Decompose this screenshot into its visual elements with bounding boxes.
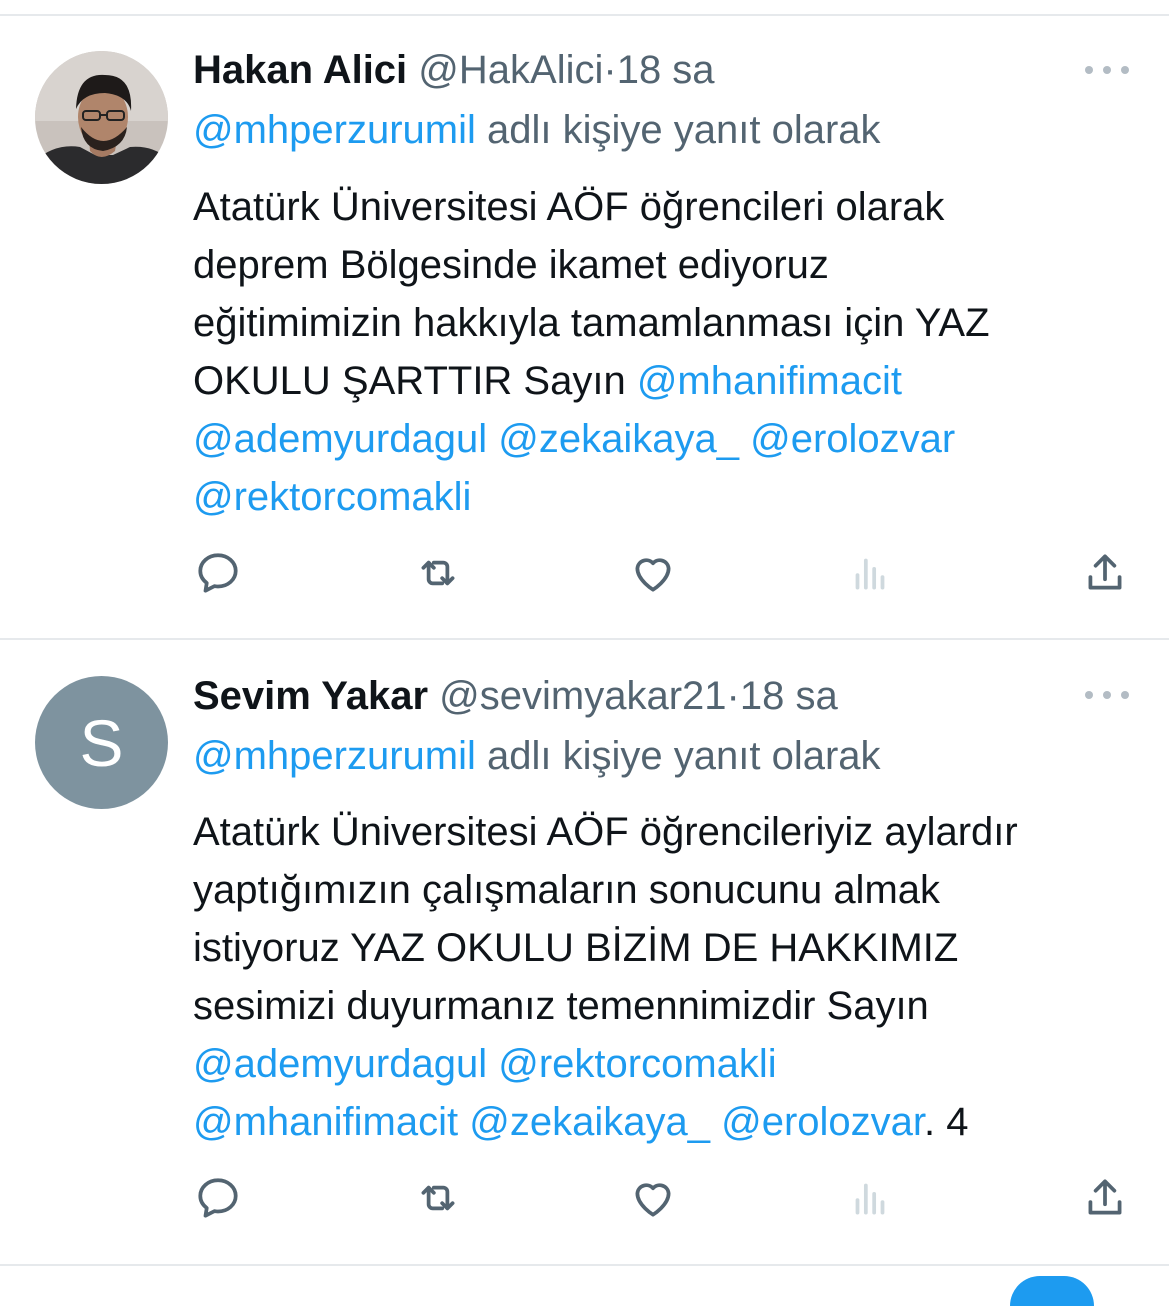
user-photo-icon (35, 51, 168, 184)
bottom-divider (0, 1264, 1169, 1266)
tweet-actions (0, 1168, 1169, 1228)
tweet-line: @mhanifimacit @zekaikaya_ @erolozvar. 4 (193, 1093, 1143, 1151)
text-span: Atatürk Üniversitesi AÖF öğrencileriyiz … (193, 810, 1018, 854)
like-icon (635, 1183, 671, 1217)
tweet-line: @rektorcomakli (193, 468, 1143, 526)
mention-link[interactable]: @zekaikaya_ (498, 417, 739, 461)
views-icon (855, 558, 885, 590)
text-span (710, 1100, 721, 1144)
mention-link[interactable]: @erolozvar (750, 417, 955, 461)
text-span: istiyoruz YAZ OKULU BİZİM DE HAKKIMIZ (193, 926, 959, 970)
tweet-line: sesimizi duyurmanız temennimizdir Sayın (193, 977, 1143, 1035)
tweet-header: Sevim Yakar @sevimyakar21·18 sa (193, 672, 838, 720)
share-button[interactable] (1075, 543, 1135, 603)
reply-icon (198, 1178, 238, 1218)
more-options-icon[interactable] (1085, 685, 1129, 705)
reply-context: @mhperzurumil adlı kişiye yanıt olarak (193, 106, 881, 154)
author-handle[interactable]: @HakAlici (418, 48, 603, 92)
mention-link[interactable]: @erolozvar (721, 1100, 924, 1144)
tweet-line: @ademyurdagul @zekaikaya_ @erolozvar (193, 410, 1143, 468)
author-name[interactable]: Sevim Yakar (193, 674, 428, 718)
tweet-line: OKULU ŞARTTIR Sayın @mhanifimacit (193, 352, 1143, 410)
tweet-line: Atatürk Üniversitesi AÖF öğrencileri ola… (193, 178, 1143, 236)
tweet-actions (0, 543, 1169, 603)
text-span (458, 1100, 469, 1144)
tweet-line: deprem Bölgesinde ikamet ediyoruz (193, 236, 1143, 294)
mention-link[interactable]: @ademyurdagul (193, 1042, 487, 1086)
tweet-line: @ademyurdagul @rektorcomakli (193, 1035, 1143, 1093)
avatar[interactable] (35, 51, 168, 184)
timestamp[interactable]: 18 sa (617, 48, 715, 92)
like-button[interactable] (623, 1168, 683, 1228)
reply-icon (198, 553, 238, 593)
tweet-line: istiyoruz YAZ OKULU BİZİM DE HAKKIMIZ (193, 919, 1143, 977)
tweet-line: Atatürk Üniversitesi AÖF öğrencileriyiz … (193, 803, 1143, 861)
share-button[interactable] (1075, 1168, 1135, 1228)
retweet-button[interactable] (408, 1168, 468, 1228)
like-button[interactable] (623, 543, 683, 603)
reply-button[interactable] (188, 543, 248, 603)
tweet-header: Hakan Alici @HakAlici·18 sa (193, 46, 715, 94)
text-span: . 4 (924, 1100, 969, 1144)
text-span: yaptığımızın çalışmaların sonucunu almak (193, 868, 941, 912)
views-icon (855, 1183, 885, 1215)
text-span: Atatürk Üniversitesi AÖF öğrencileri ola… (193, 185, 945, 229)
mention-link[interactable]: @mhanifimacit (193, 1100, 458, 1144)
text-span (739, 417, 750, 461)
mention-link[interactable]: @zekaikaya_ (469, 1100, 710, 1144)
share-icon (1088, 1179, 1122, 1215)
reply-context-text: adlı kişiye yanıt olarak (475, 734, 881, 778)
retweet-button[interactable] (408, 543, 468, 603)
text-span (487, 1042, 498, 1086)
reply-context: @mhperzurumil adlı kişiye yanıt olarak (193, 732, 881, 780)
reply-mention-link[interactable]: @mhperzurumil (193, 734, 476, 778)
tweet-text: Atatürk Üniversitesi AÖF öğrencileriyiz … (193, 803, 1143, 1151)
tweet-line: eğitimimizin hakkıyla tamamlanması için … (193, 294, 1143, 352)
avatar[interactable]: S (35, 676, 168, 809)
reply-mention-link[interactable]: @mhperzurumil (193, 108, 476, 152)
tweet-line: yaptığımızın çalışmaların sonucunu almak (193, 861, 1143, 919)
more-options-icon[interactable] (1085, 60, 1129, 80)
author-name[interactable]: Hakan Alici (193, 48, 407, 92)
text-span: deprem Bölgesinde ikamet ediyoruz (193, 243, 829, 287)
reply-button[interactable] (188, 1168, 248, 1228)
compose-button[interactable] (1010, 1276, 1094, 1306)
text-span: sesimizi duyurmanız temennimizdir Sayın (193, 984, 929, 1028)
separator: · (603, 48, 617, 92)
tweet-divider (0, 638, 1169, 640)
text-span: eğitimimizin hakkıyla tamamlanması için … (193, 301, 990, 345)
separator: · (726, 674, 740, 718)
reply-context-text: adlı kişiye yanıt olarak (475, 108, 881, 152)
mention-link[interactable]: @mhanifimacit (637, 359, 902, 403)
views-button (840, 543, 900, 603)
tweet-text: Atatürk Üniversitesi AÖF öğrencileri ola… (193, 178, 1143, 526)
share-icon (1088, 554, 1122, 590)
mention-link[interactable]: @rektorcomakli (498, 1042, 776, 1086)
views-button (840, 1168, 900, 1228)
like-icon (635, 558, 671, 592)
avatar-letter: S (79, 705, 124, 780)
text-span: OKULU ŞARTTIR Sayın (193, 359, 637, 403)
retweet-icon (421, 560, 455, 586)
top-divider (0, 14, 1169, 16)
timestamp[interactable]: 18 sa (740, 674, 838, 718)
text-span (487, 417, 498, 461)
mention-link[interactable]: @ademyurdagul (193, 417, 487, 461)
mention-link[interactable]: @rektorcomakli (193, 475, 471, 519)
retweet-icon (421, 1185, 455, 1211)
author-handle[interactable]: @sevimyakar21 (439, 674, 726, 718)
